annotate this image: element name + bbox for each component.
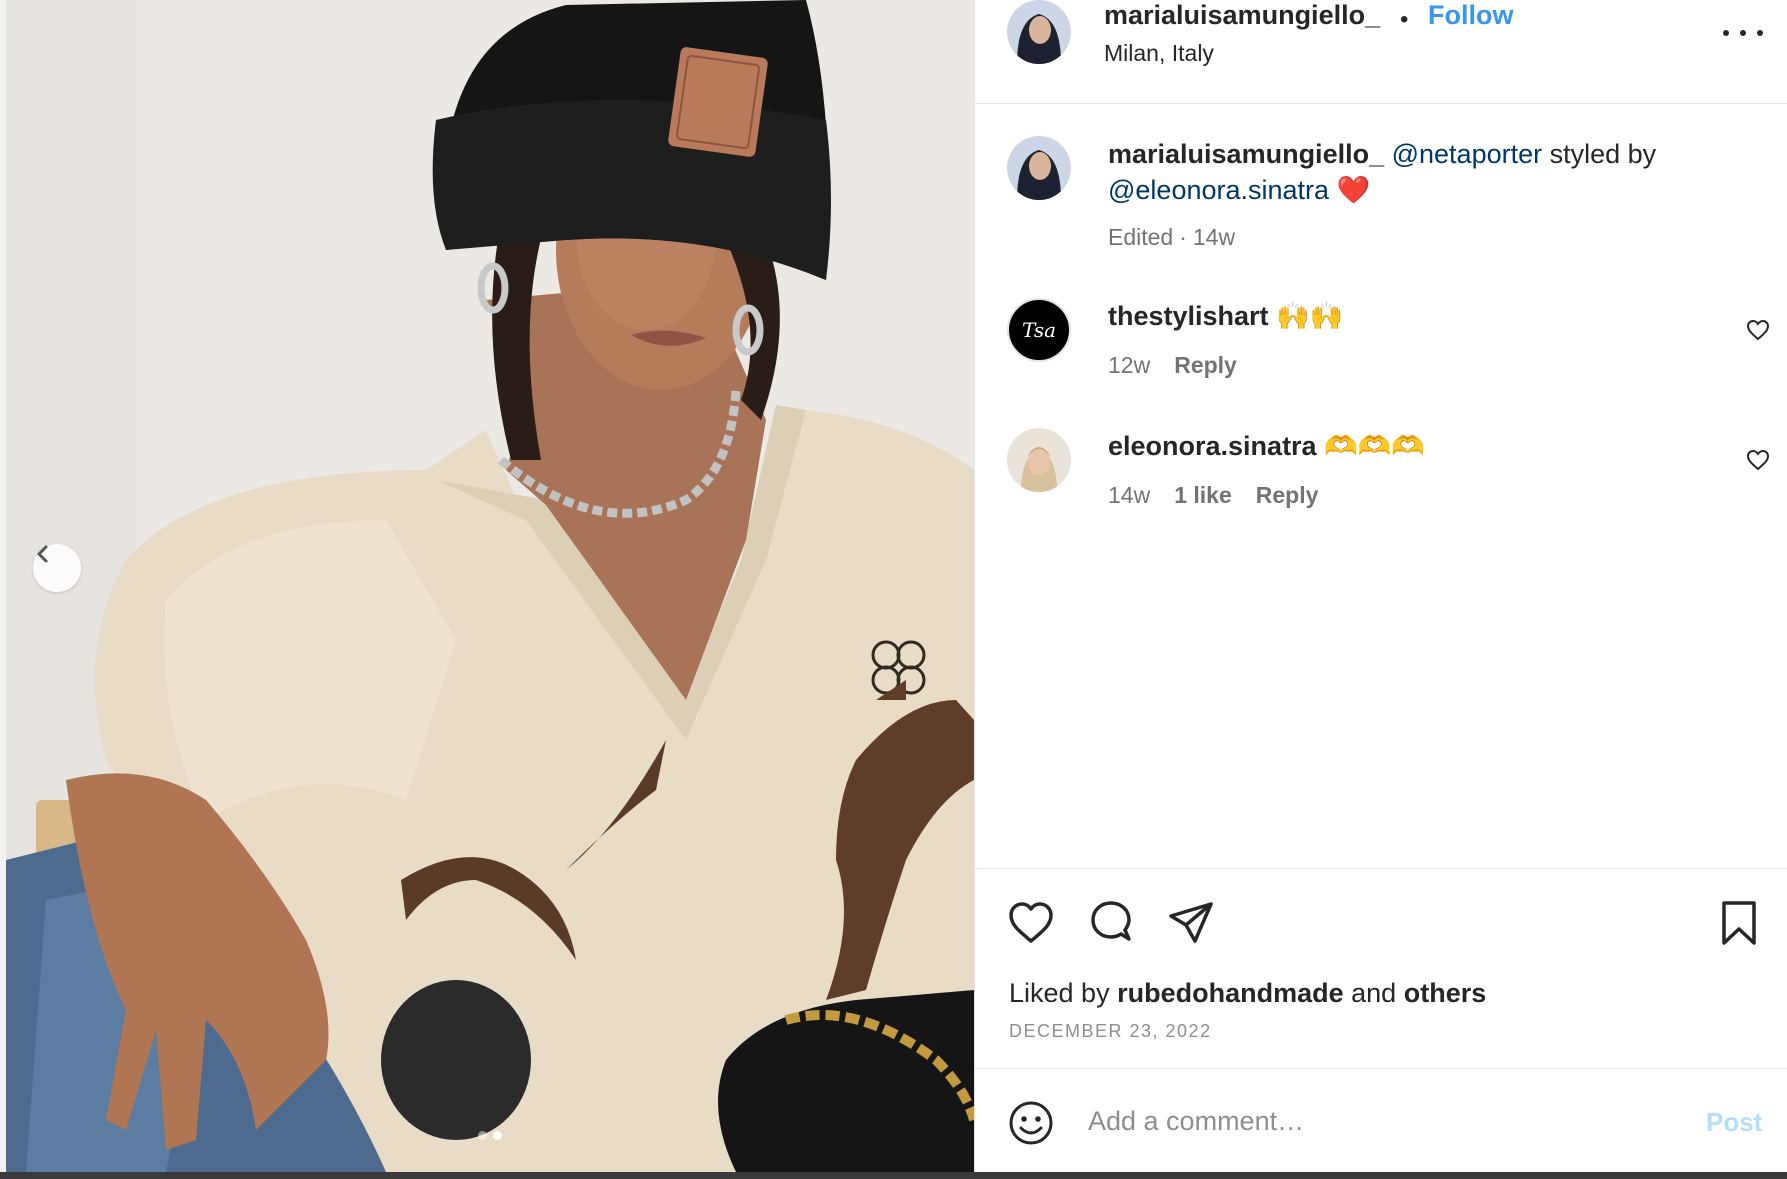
- liked-by-others-link[interactable]: others: [1404, 978, 1487, 1008]
- author-avatar[interactable]: [1007, 0, 1071, 64]
- instagram-post-view: marialuisamungiello_ • Follow Milan, Ita…: [0, 0, 1787, 1179]
- post-side-panel: marialuisamungiello_ • Follow Milan, Ita…: [974, 0, 1787, 1172]
- post-header: marialuisamungiello_ • Follow Milan, Ita…: [975, 0, 1787, 104]
- post-location[interactable]: Milan, Italy: [1104, 40, 1214, 67]
- comment-text: thestylishart 🙌🙌: [1108, 298, 1708, 334]
- post-comment-button[interactable]: Post: [1706, 1107, 1762, 1138]
- carousel-previous-button[interactable]: [33, 544, 81, 592]
- emoji-smiley-icon[interactable]: [1007, 1099, 1055, 1147]
- comment-like-count[interactable]: 1 like: [1174, 482, 1232, 509]
- comment-meta: 14w 1 like Reply: [1108, 482, 1318, 509]
- author-username[interactable]: marialuisamungiello_: [1104, 0, 1380, 31]
- photo-illustration: [6, 0, 974, 1172]
- liked-by-user[interactable]: rubedohandmade: [1117, 978, 1344, 1008]
- liked-by-summary: Liked by rubedohandmade and others: [1009, 978, 1486, 1009]
- comment-reply-button[interactable]: Reply: [1256, 482, 1319, 509]
- post-actions: Liked by rubedohandmade and others DECEM…: [975, 868, 1787, 1068]
- comment-content: 🫶🫶🫶: [1324, 431, 1425, 461]
- commenter-avatar[interactable]: Tsa: [1007, 298, 1071, 362]
- comment-bubble-icon[interactable]: [1087, 899, 1135, 947]
- follow-button[interactable]: Follow: [1428, 0, 1513, 31]
- carousel-dot-active: [493, 1131, 502, 1140]
- comment-like-icon[interactable]: [1746, 318, 1770, 342]
- caption-username[interactable]: marialuisamungiello_: [1108, 139, 1384, 169]
- post-photo[interactable]: [6, 0, 974, 1172]
- comment-meta: 12w Reply: [1108, 352, 1237, 379]
- caption-text-mid: styled by: [1549, 139, 1657, 169]
- commenter-avatar[interactable]: [1007, 428, 1071, 492]
- caption-text: marialuisamungiello_ @netaporter styled …: [1108, 136, 1708, 208]
- heart-emoji: ❤️: [1336, 175, 1371, 205]
- commenter-avatar-logo: Tsa: [1021, 318, 1057, 342]
- comment-reply-button[interactable]: Reply: [1174, 352, 1237, 379]
- chevron-left-icon: [37, 545, 48, 563]
- caption-mention-2[interactable]: @eleonora.sinatra: [1108, 175, 1329, 205]
- caption-mention[interactable]: @netaporter: [1392, 139, 1543, 169]
- share-send-icon[interactable]: [1167, 899, 1215, 947]
- caption-avatar-image: [1007, 136, 1071, 200]
- carousel-indicator: [478, 1131, 502, 1140]
- author-avatar-image: [1007, 0, 1071, 64]
- caption-edited-label: Edited: [1108, 224, 1174, 250]
- post-date[interactable]: DECEMBER 23, 2022: [1009, 1021, 1212, 1042]
- caption-time[interactable]: 14w: [1193, 224, 1235, 251]
- caption-meta: Edited · 14w: [1108, 224, 1235, 251]
- comment-item: Tsa thestylishart 🙌🙌 12w Reply: [975, 298, 1787, 388]
- bookmark-save-icon[interactable]: [1715, 899, 1763, 947]
- more-options-button[interactable]: [1723, 18, 1763, 48]
- comment-item: eleonora.sinatra 🫶🫶🫶 14w 1 like Reply: [975, 428, 1787, 518]
- liked-by-and: and: [1351, 978, 1397, 1008]
- post-caption: marialuisamungiello_ @netaporter styled …: [975, 136, 1787, 256]
- comment-composer: Post: [975, 1068, 1787, 1172]
- comment-input[interactable]: [1088, 1099, 1608, 1143]
- comment-username[interactable]: eleonora.sinatra: [1108, 431, 1317, 461]
- more-horizontal-icon-dot: [1757, 30, 1763, 36]
- carousel-dot: [478, 1131, 487, 1140]
- comment-username[interactable]: thestylishart: [1108, 301, 1269, 331]
- commenter-avatar-image: [1007, 428, 1071, 492]
- comment-text: eleonora.sinatra 🫶🫶🫶: [1108, 428, 1708, 464]
- liked-by-prefix: Liked by: [1009, 978, 1110, 1008]
- window-bottom-edge: [0, 1172, 1787, 1179]
- header-separator: •: [1400, 6, 1409, 33]
- more-horizontal-icon-dot: [1740, 30, 1746, 36]
- like-heart-icon[interactable]: [1007, 899, 1055, 947]
- comment-like-icon[interactable]: [1746, 448, 1770, 472]
- comment-content: 🙌🙌: [1276, 301, 1344, 331]
- caption-meta-dot: ·: [1179, 224, 1187, 250]
- comment-time[interactable]: 14w: [1108, 482, 1150, 509]
- more-horizontal-icon: [1723, 30, 1729, 36]
- comment-time[interactable]: 12w: [1108, 352, 1150, 379]
- caption-author-avatar[interactable]: [1007, 136, 1071, 200]
